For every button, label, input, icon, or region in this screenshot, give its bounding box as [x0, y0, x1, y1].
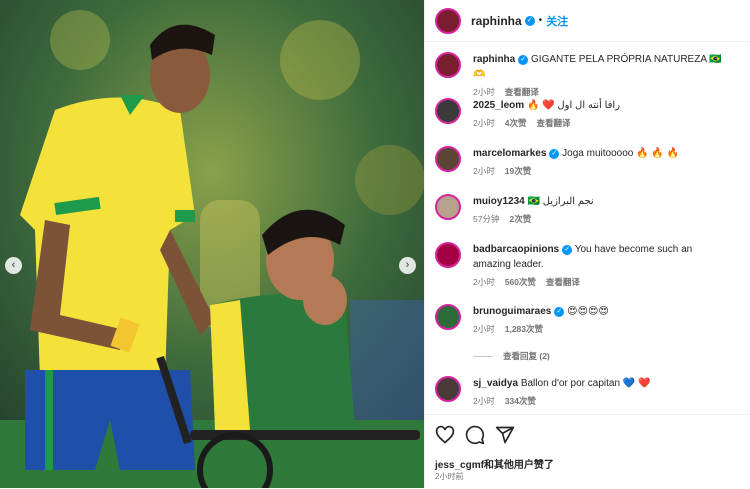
- comment-item: sj_vaidya Ballon d'or por capitan 💙 ❤️ 2…: [435, 376, 741, 409]
- commenter-username[interactable]: marcelomarkes: [473, 148, 546, 159]
- likes-user[interactable]: jess_cgmf: [435, 460, 484, 471]
- comment-item: 2025_leom 🔥 ❤️ رافا أنته ال اول 2小时 4次赞 查看…: [435, 98, 741, 131]
- likes-rest[interactable]: 和其他用户赞了: [484, 460, 554, 471]
- comment-item: brunoguimaraes ✓ 😍😍😍😍 2小时 1,283次赞: [435, 304, 741, 337]
- comment-item: muioy1234 🇧🇷 نجم البرازيل 57分钟 2次赞: [435, 194, 741, 227]
- chevron-right-icon[interactable]: ›: [399, 257, 416, 274]
- comment-time: 2小时: [473, 396, 495, 406]
- comment-likes[interactable]: 1,283次赞: [505, 324, 543, 334]
- commenter-avatar[interactable]: [435, 146, 461, 172]
- chevron-left-icon[interactable]: ‹: [5, 257, 22, 274]
- comment-likes[interactable]: 334次赞: [505, 396, 536, 406]
- translate-link[interactable]: 查看翻译: [546, 277, 580, 287]
- replies-divider: [473, 355, 493, 357]
- comment-item: raphinha ✓ GIGANTE PELA PRÓPRIA NATUREZA …: [435, 52, 741, 100]
- comment-time: 2小时: [473, 87, 495, 97]
- view-replies-label: 查看回复 (2): [503, 351, 550, 361]
- comment-likes[interactable]: 560次赞: [505, 277, 536, 287]
- likes-summary[interactable]: jess_cgmf和其他用户赞了: [435, 456, 554, 471]
- commenter-username[interactable]: brunoguimaraes: [473, 306, 551, 317]
- comment-time: 2小时: [473, 118, 495, 128]
- verified-icon: ✓: [549, 149, 560, 159]
- commenter-username[interactable]: 2025_leom: [473, 100, 524, 111]
- commenter-username[interactable]: muioy1234: [473, 196, 525, 207]
- heart-icon[interactable]: [435, 425, 455, 445]
- commenter-avatar[interactable]: [435, 304, 461, 330]
- comment-text: Ballon d'or por capitan 💙 ❤️: [520, 378, 651, 389]
- post-timestamp: 2小时前: [435, 472, 464, 481]
- comment-item: badbarcaopinions ✓ You have become such a…: [435, 242, 741, 290]
- comment-item: marcelomarkes ✓ Joga muitooooo 🔥 🔥 🔥 2小时 1…: [435, 146, 741, 179]
- comment-list: raphinha ✓ GIGANTE PELA PRÓPRIA NATUREZA …: [425, 42, 750, 414]
- comment-time: 2小时: [473, 324, 495, 334]
- commenter-username[interactable]: sj_vaidya: [473, 378, 518, 389]
- comment-likes[interactable]: 19次赞: [505, 166, 531, 176]
- author-username[interactable]: raphinha: [471, 14, 522, 28]
- view-replies-button[interactable]: 查看回复 (2): [473, 350, 550, 362]
- verified-icon: ✓: [524, 15, 535, 26]
- comment-time: 2小时: [473, 166, 495, 176]
- comment-likes[interactable]: 4次赞: [505, 118, 527, 128]
- post-photo-art: [0, 0, 424, 488]
- share-icon[interactable]: [495, 425, 515, 445]
- author-avatar[interactable]: [435, 7, 461, 34]
- comment-text: 🇧🇷 نجم البرازيل: [527, 196, 594, 207]
- commenter-username[interactable]: raphinha: [473, 54, 515, 65]
- comment-likes[interactable]: 2次赞: [509, 214, 531, 224]
- translate-link[interactable]: 查看翻译: [505, 87, 539, 97]
- post-header: raphinha ✓ • 关注: [425, 0, 750, 42]
- comment-time: 2小时: [473, 277, 495, 287]
- post-image: ‹ ›: [0, 0, 424, 488]
- commenter-avatar[interactable]: [435, 52, 461, 78]
- verified-icon: ✓: [562, 245, 573, 255]
- comment-text: 🔥 ❤️ رافا أنته ال اول: [526, 100, 621, 111]
- verified-icon: ✓: [554, 307, 565, 317]
- translate-link[interactable]: 查看翻译: [536, 118, 570, 128]
- commenter-avatar[interactable]: [435, 242, 461, 268]
- commenter-avatar[interactable]: [435, 98, 461, 124]
- comment-text: 😍😍😍😍: [567, 306, 609, 317]
- follow-button[interactable]: 关注: [546, 13, 568, 29]
- post-side-panel: raphinha ✓ • 关注 raphinha ✓ GIGANTE PELA P…: [424, 0, 750, 488]
- commenter-username[interactable]: badbarcaopinions: [473, 244, 559, 255]
- commenter-avatar[interactable]: [435, 376, 461, 402]
- comment-time: 57分钟: [473, 214, 500, 224]
- comment-icon[interactable]: [465, 425, 485, 445]
- comment-text: Joga muitooooo 🔥 🔥 🔥: [562, 148, 680, 159]
- separator-dot: •: [538, 15, 543, 26]
- post-actions: jess_cgmf和其他用户赞了 2小时前: [425, 414, 750, 489]
- verified-icon: ✓: [518, 55, 529, 65]
- commenter-avatar[interactable]: [435, 194, 461, 220]
